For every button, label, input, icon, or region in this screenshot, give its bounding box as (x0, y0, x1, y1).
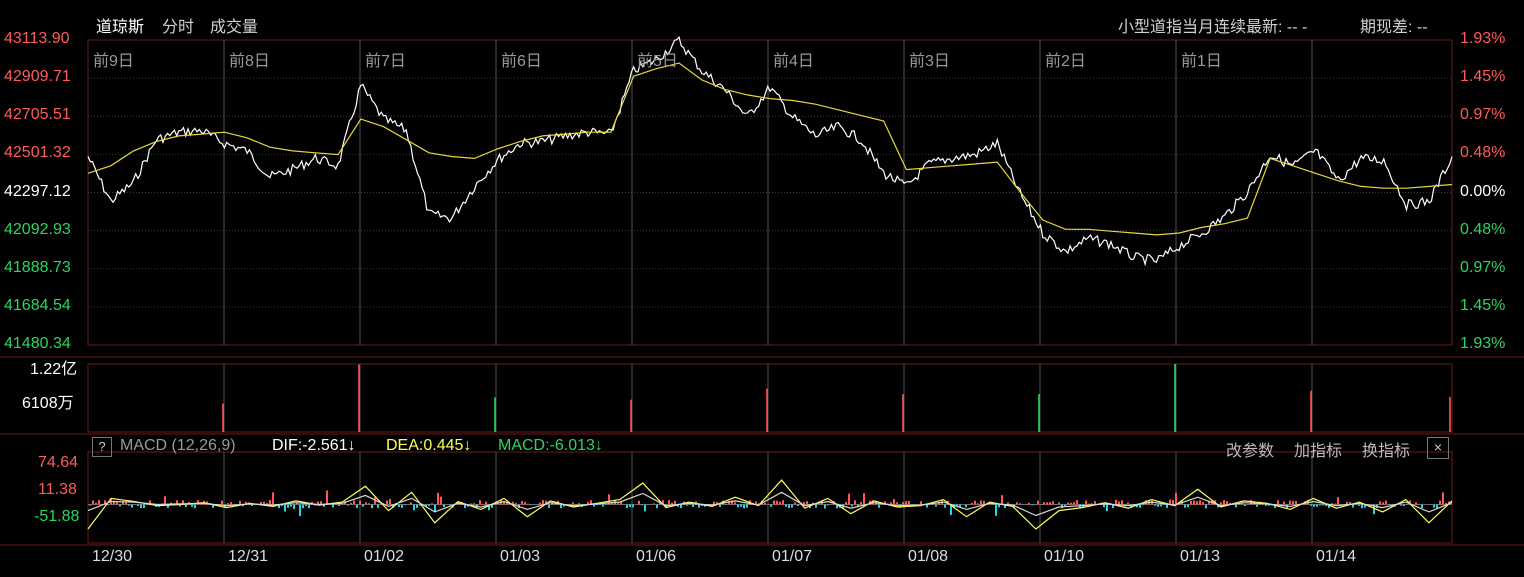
day-label: 前5日 (637, 53, 678, 70)
macd-axis-bottom: -51.88 (34, 508, 80, 525)
day-label: 前3日 (909, 53, 950, 70)
time-tick-label: 12/31 (228, 548, 269, 565)
time-tick-label: 01/10 (1044, 548, 1085, 565)
chart-canvas (0, 35, 1524, 546)
percent-tick-label: 0.00% (1460, 182, 1506, 200)
macd-title[interactable]: MACD (12,26,9) (120, 437, 236, 455)
time-tick-label: 01/14 (1316, 548, 1357, 565)
price-tick-label: 42705.51 (4, 106, 71, 124)
time-tick-label: 01/08 (908, 548, 949, 565)
modify-params-button[interactable]: 改参数 (1226, 437, 1274, 461)
price-tick-label: 42909.71 (4, 68, 71, 86)
time-tick-label: 01/07 (772, 548, 813, 565)
time-tick-label: 01/13 (1180, 548, 1221, 565)
pane-border (87, 451, 1453, 544)
day-label: 前1日 (1181, 53, 1222, 70)
percent-tick-label: 1.93% (1460, 335, 1506, 352)
day-label: 前7日 (365, 53, 406, 70)
price-tick-label: 42092.93 (4, 220, 71, 238)
percent-tick-label: 0.48% (1460, 220, 1506, 238)
day-label: 前2日 (1045, 53, 1086, 70)
macd-value: MACD:-6.013↓ (498, 437, 603, 454)
macd-dea: DEA:0.445↓ (386, 437, 472, 454)
switch-indicator-button[interactable]: 换指标 (1362, 437, 1410, 461)
day-label: 前4日 (773, 53, 814, 70)
percent-tick-label: 1.93% (1460, 30, 1506, 47)
price-tick-label: 41480.34 (4, 335, 71, 352)
price-tick-label: 41684.54 (4, 296, 71, 314)
price-tick-label: 42297.12 (4, 182, 71, 200)
time-tick-label: 12/30 (92, 548, 133, 565)
pane-border (87, 363, 1453, 433)
time-tick-label: 01/03 (500, 548, 541, 565)
close-icon[interactable]: × (1427, 437, 1449, 459)
price-tick-label: 43113.90 (4, 30, 70, 47)
percent-tick-label: 0.48% (1460, 144, 1506, 162)
price-tick-label: 41888.73 (4, 258, 71, 276)
macd-dif: DIF:-2.561↓ (272, 437, 356, 454)
volume-axis-mid: 6108万 (22, 395, 74, 412)
day-label: 前6日 (501, 53, 542, 70)
day-label: 前9日 (93, 53, 134, 70)
price-tick-label: 42501.32 (4, 144, 71, 162)
macd-axis-top: 74.64 (38, 454, 79, 471)
add-indicator-button[interactable]: 加指标 (1294, 437, 1342, 461)
percent-tick-label: 0.97% (1460, 106, 1506, 124)
percent-tick-label: 0.97% (1460, 258, 1506, 276)
avg-line (87, 62, 1453, 236)
time-tick-label: 01/02 (364, 548, 405, 565)
dea-line (87, 491, 1453, 517)
time-tick-label: 01/06 (636, 548, 677, 565)
percent-tick-label: 1.45% (1460, 68, 1506, 86)
day-label: 前8日 (229, 53, 270, 70)
help-button[interactable]: ? (92, 437, 112, 457)
volume-axis-top: 1.22亿 (30, 361, 78, 378)
macd-axis-mid: 11.38 (38, 481, 77, 498)
percent-tick-label: 1.45% (1460, 296, 1506, 314)
